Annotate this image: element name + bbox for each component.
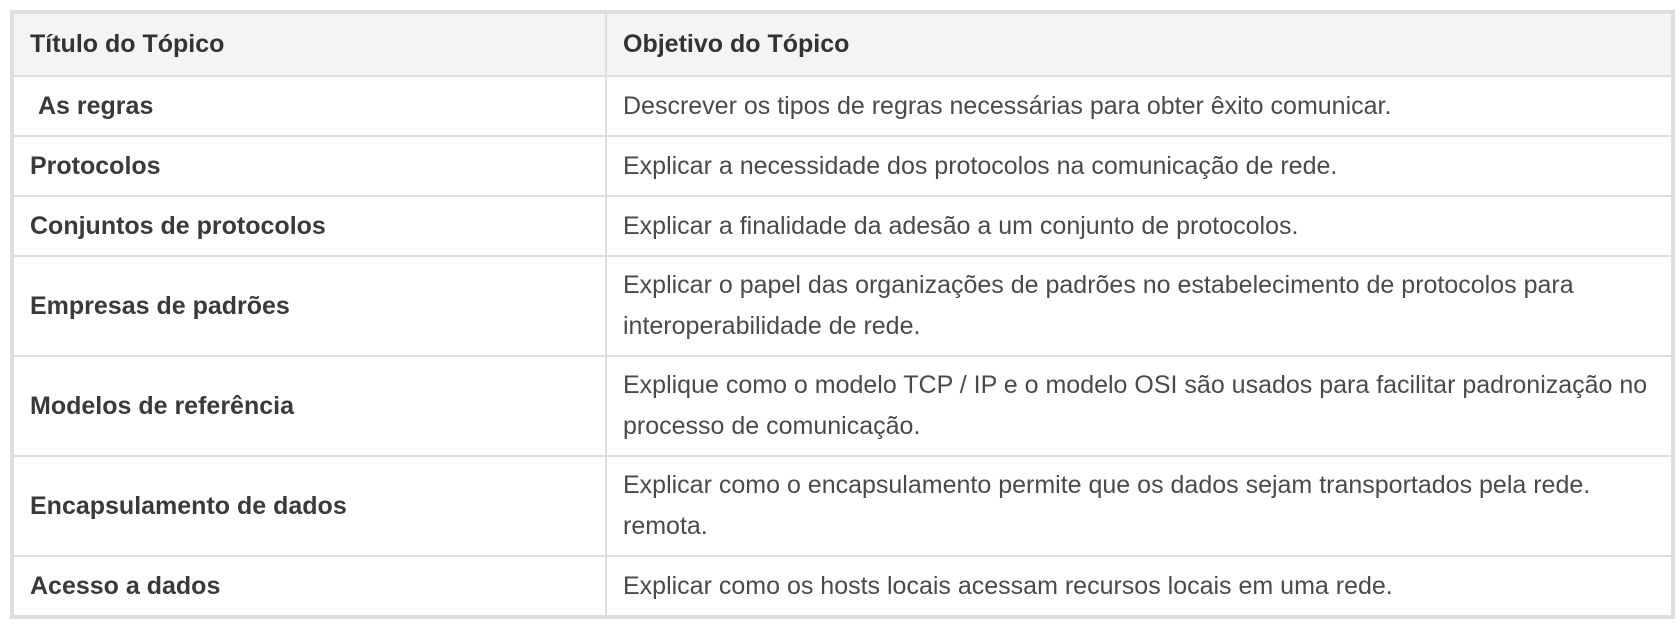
topic-title-cell: Protocolos bbox=[12, 135, 607, 197]
topic-objective-cell: Explicar a necessidade dos protocolos na… bbox=[605, 135, 1673, 197]
topic-title-cell: Empresas de padrões bbox=[12, 255, 607, 357]
topics-table: Título do Tópico Objetivo do Tópico As r… bbox=[12, 12, 1673, 617]
table-row: Acesso a dados Explicar como os hosts lo… bbox=[12, 555, 1673, 617]
topic-objective-cell: Explique como o modelo TCP / IP e o mode… bbox=[605, 355, 1673, 457]
topic-title-cell: Encapsulamento de dados bbox=[12, 455, 607, 557]
topics-table-container: Título do Tópico Objetivo do Tópico As r… bbox=[10, 10, 1675, 619]
table-row: Protocolos Explicar a necessidade dos pr… bbox=[12, 135, 1673, 197]
topic-objective-cell: Explicar como os hosts locais acessam re… bbox=[605, 555, 1673, 617]
header-row: Título do Tópico Objetivo do Tópico bbox=[12, 12, 1673, 77]
table-row: Modelos de referência Explique como o mo… bbox=[12, 355, 1673, 457]
topic-objective-cell: Descrever os tipos de regras necessárias… bbox=[605, 75, 1673, 137]
table-row: Encapsulamento de dados Explicar como o … bbox=[12, 455, 1673, 557]
header-topic-title: Título do Tópico bbox=[12, 12, 607, 77]
header-topic-objective: Objetivo do Tópico bbox=[605, 12, 1673, 77]
table-body: As regras Descrever os tipos de regras n… bbox=[12, 75, 1673, 617]
topic-title-cell: Conjuntos de protocolos bbox=[12, 195, 607, 257]
table-header: Título do Tópico Objetivo do Tópico bbox=[12, 12, 1673, 77]
topic-objective-cell: Explicar como o encapsulamento permite q… bbox=[605, 455, 1673, 557]
topic-title-cell: Modelos de referência bbox=[12, 355, 607, 457]
topic-objective-cell: Explicar a finalidade da adesão a um con… bbox=[605, 195, 1673, 257]
topic-objective-cell: Explicar o papel das organizações de pad… bbox=[605, 255, 1673, 357]
table-row: Empresas de padrões Explicar o papel das… bbox=[12, 255, 1673, 357]
topic-title-cell: Acesso a dados bbox=[12, 555, 607, 617]
table-row: As regras Descrever os tipos de regras n… bbox=[12, 75, 1673, 137]
table-row: Conjuntos de protocolos Explicar a final… bbox=[12, 195, 1673, 257]
topic-title-cell: As regras bbox=[12, 75, 607, 137]
